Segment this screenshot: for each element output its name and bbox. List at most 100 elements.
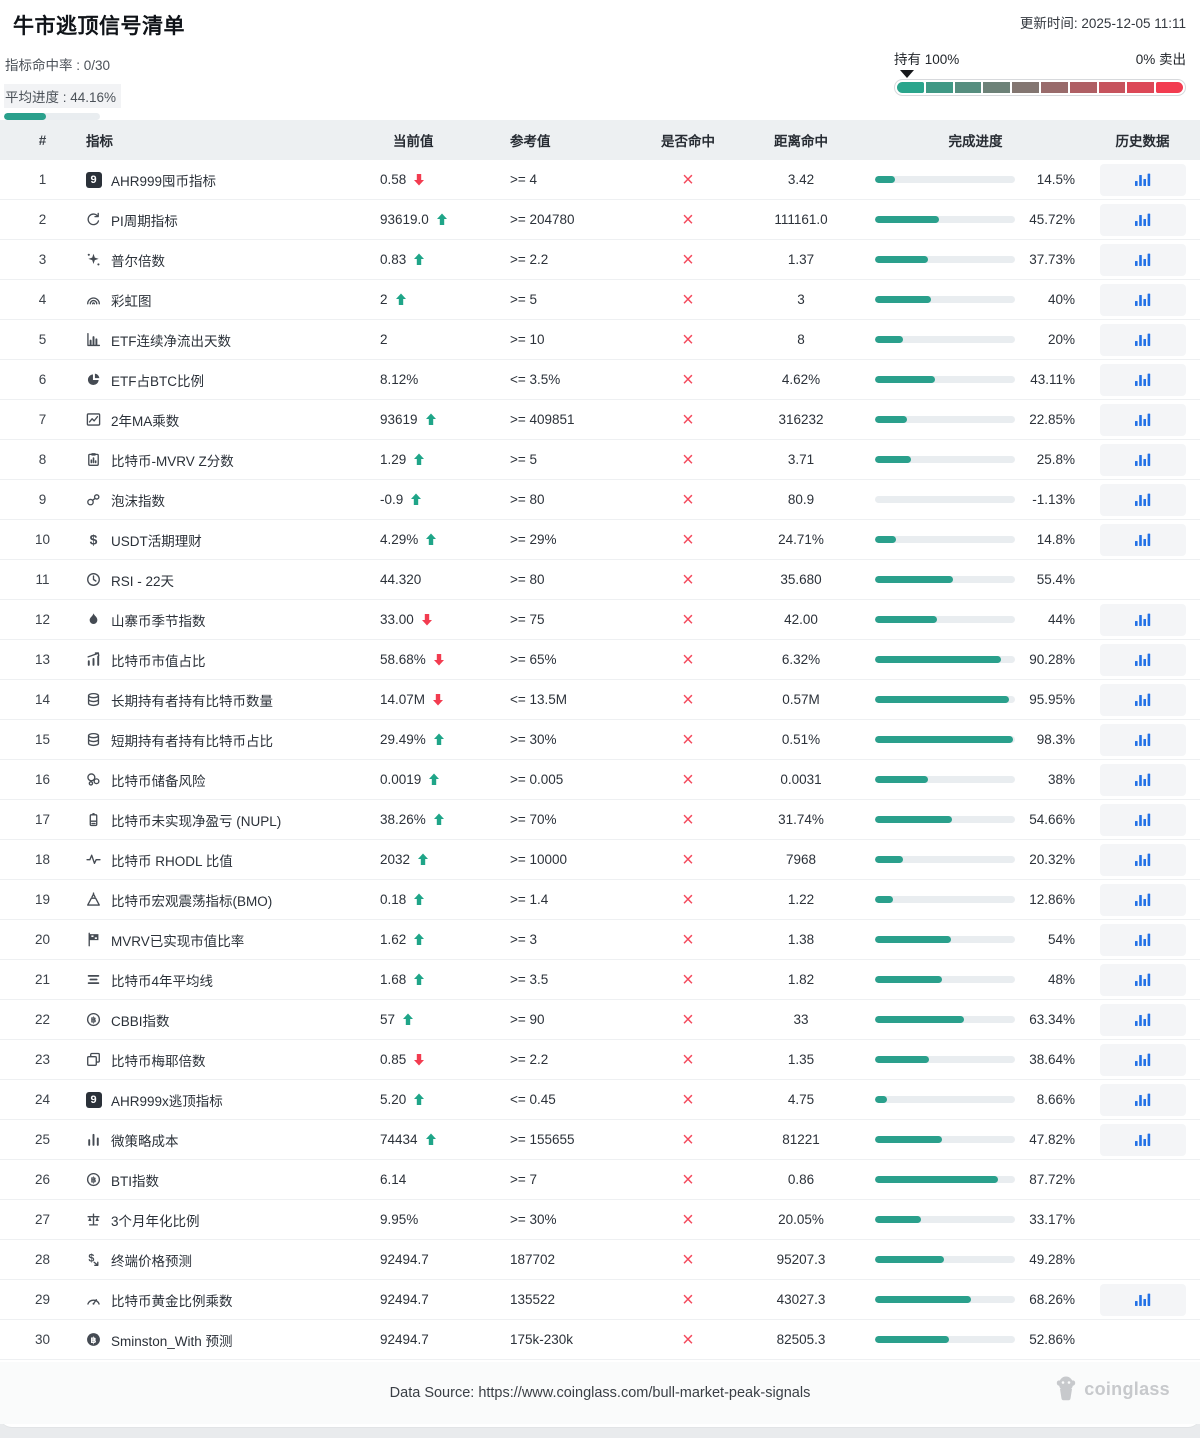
history-chart-button[interactable]: [1099, 1123, 1186, 1156]
badge9-icon: 9: [85, 171, 102, 188]
current-value: 8.12%: [380, 372, 419, 387]
miss-x-icon: ×: [682, 288, 694, 311]
signals-table: # 指标 当前值 参考值 是否命中 距离命中 完成进度 历史数据 1 9 AHR…: [0, 120, 1200, 1360]
cluster-icon: [85, 772, 102, 787]
trend-up-arrow-icon: [433, 813, 445, 826]
indicator-cell: 比特币黄金比例乘数: [85, 1290, 380, 1310]
progress-cell: 95.95%: [866, 692, 1085, 707]
svg-text:$: $: [90, 532, 98, 547]
history-chart-button[interactable]: [1099, 1043, 1186, 1076]
history-chart-button[interactable]: [1099, 483, 1186, 516]
current-value: 74434: [380, 1132, 418, 1147]
indicator-cell: 微策略成本: [85, 1130, 380, 1150]
history-chart-button[interactable]: [1099, 203, 1186, 236]
badge9-icon: 9: [85, 1091, 102, 1108]
history-chart-button[interactable]: [1099, 163, 1186, 196]
history-chart-button[interactable]: [1099, 523, 1186, 556]
history-chart-button[interactable]: [1099, 803, 1186, 836]
history-chart-button[interactable]: [1099, 683, 1186, 716]
progress-cell: -1.13%: [866, 492, 1085, 507]
indicator-name: CBBI指数: [111, 1013, 170, 1029]
history-cell: [1085, 363, 1200, 396]
row-index: 9: [38, 492, 47, 507]
history-chart-button[interactable]: [1099, 643, 1186, 676]
reference-value: >= 70%: [510, 812, 557, 827]
current-value-cell: 92494.7: [380, 1332, 510, 1347]
indicator-name: 终端价格预测: [111, 1253, 192, 1269]
row-index: 26: [34, 1172, 51, 1187]
distance-value: 7968: [785, 852, 817, 867]
reference-value: >= 204780: [510, 212, 575, 227]
table-row: 29 比特币黄金比例乘数 92494.7 135522 × 43027.3 68…: [0, 1280, 1200, 1320]
miss-x-icon: ×: [682, 768, 694, 791]
current-value: 93619: [380, 412, 418, 427]
history-chart-button[interactable]: [1099, 763, 1186, 796]
row-index: 6: [38, 372, 47, 387]
distance-value: 3.42: [787, 172, 815, 187]
history-cell: [1085, 483, 1200, 516]
col-header-hit: 是否命中: [661, 134, 715, 149]
distance-value: 35.680: [780, 572, 822, 587]
progress-cell: 38%: [866, 772, 1085, 787]
miss-x-icon: ×: [682, 208, 694, 231]
hit-status-cell: ×: [640, 690, 736, 710]
history-chart-button[interactable]: [1099, 363, 1186, 396]
table-row: 22 ฿ CBBI指数 57 >= 90 × 33 63.34%: [0, 1000, 1200, 1040]
table-row: 28 $ 终端价格预测 92494.7 187702 × 95207.3 49.…: [0, 1240, 1200, 1280]
history-chart-button[interactable]: [1099, 843, 1186, 876]
indicator-cell: 比特币宏观震荡指标(BMO): [85, 890, 380, 910]
history-cell: [1085, 243, 1200, 276]
growth-icon: [85, 652, 102, 667]
progress-cell: 22.85%: [866, 412, 1085, 427]
history-chart-button[interactable]: [1099, 243, 1186, 276]
current-value: 0.58: [380, 172, 407, 187]
volcano-icon: [85, 892, 102, 907]
indicator-name: 普尔倍数: [111, 253, 165, 269]
indicator-name: MVRV已实现市值比率: [111, 933, 245, 949]
miss-x-icon: ×: [682, 1128, 694, 1151]
progress-bar: [875, 856, 1015, 863]
progress-percent: 54%: [1047, 932, 1075, 947]
pulse-icon: [85, 852, 102, 867]
reference-value: 175k-230k: [510, 1332, 574, 1347]
history-chart-button[interactable]: [1099, 923, 1186, 956]
progress-cell: 52.86%: [866, 1332, 1085, 1347]
progress-cell: 44%: [866, 612, 1085, 627]
gauge-segment: [1156, 82, 1183, 93]
hit-status-cell: ×: [640, 410, 736, 430]
progress-percent: 20.32%: [1029, 852, 1075, 867]
reference-value: <= 3.5%: [510, 372, 561, 387]
history-chart-button[interactable]: [1099, 1003, 1186, 1036]
current-value: 92494.7: [380, 1292, 429, 1307]
current-value-cell: 6.14: [380, 1172, 510, 1187]
table-row: 18 比特币 RHODL 比值 2032 >= 10000 × 7968 20.…: [0, 840, 1200, 880]
history-chart-button[interactable]: [1099, 963, 1186, 996]
trend-up-arrow-icon: [436, 213, 448, 226]
current-value: -0.9: [380, 492, 404, 507]
progress-fill: [875, 736, 1013, 743]
update-time: 更新时间: 2025-12-05 11:11: [1019, 16, 1186, 31]
history-chart-button[interactable]: [1099, 443, 1186, 476]
indicator-cell: 2年MA乘数: [85, 410, 380, 430]
current-value-cell: 93619.0: [380, 212, 510, 227]
trend-up-arrow-icon: [413, 973, 425, 986]
row-index: 5: [38, 332, 47, 347]
trend-up-arrow-icon: [413, 893, 425, 906]
gauge-segment: [1069, 82, 1097, 93]
history-chart-button[interactable]: [1099, 283, 1186, 316]
indicator-name: 彩虹图: [111, 293, 152, 309]
scale-icon: [85, 1212, 102, 1227]
history-chart-button[interactable]: [1099, 323, 1186, 356]
history-chart-button[interactable]: [1099, 1283, 1186, 1316]
history-chart-button[interactable]: [1099, 603, 1186, 636]
progress-percent: 47.82%: [1029, 1132, 1075, 1147]
miss-x-icon: ×: [682, 648, 694, 671]
indicator-cell: 比特币储备风险: [85, 770, 380, 790]
current-value: 9.95%: [380, 1212, 419, 1227]
history-chart-button[interactable]: [1099, 883, 1186, 916]
history-chart-button[interactable]: [1099, 723, 1186, 756]
history-chart-button[interactable]: [1099, 1083, 1186, 1116]
progress-percent: 14.5%: [1036, 172, 1075, 187]
current-value-cell: 93619: [380, 412, 510, 427]
history-chart-button[interactable]: [1099, 403, 1186, 436]
